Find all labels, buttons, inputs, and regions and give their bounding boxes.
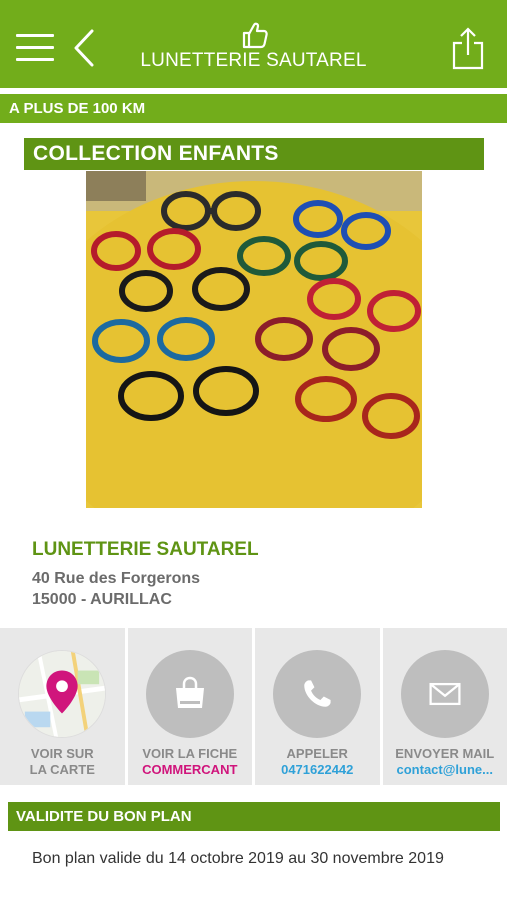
call-label: APPELER 0471622442 [255,746,380,778]
view-merchant-label: VOIR LA FICHE COMMERCANT [128,746,253,778]
product-photo [86,171,422,508]
top-bar: LUNETTERIE SAUTAREL [0,0,507,88]
call-button[interactable]: APPELER 0471622442 [255,628,380,785]
section-title: COLLECTION ENFANTS [24,138,484,170]
view-merchant-line2: COMMERCANT [142,762,238,777]
action-bar: VOIR SUR LA CARTE VOIR LA FICHE COMMERCA… [0,628,507,785]
hamburger-menu-icon[interactable] [16,34,54,64]
send-mail-label: ENVOYER MAIL contact@lune... [383,746,507,778]
view-merchant-button[interactable]: VOIR LA FICHE COMMERCANT [127,628,253,785]
shop-name: LUNETTERIE SAUTAREL [32,539,259,560]
call-line1: APPELER [286,746,348,761]
app-title: LUNETTERIE SAUTAREL [140,50,367,71]
validity-text: Bon plan valide du 14 octobre 2019 au 30… [32,850,444,867]
view-map-line2: LA CARTE [29,762,95,777]
mail-circle [400,650,489,738]
call-circle [273,650,362,738]
map-thumbnail [18,650,107,738]
send-mail-button[interactable]: ENVOYER MAIL contact@lune... [382,628,507,785]
share-icon[interactable] [451,26,485,70]
shop-address: 40 Rue des Forgerons 15000 - AURILLAC [32,568,200,610]
distance-banner: A PLUS DE 100 KM [0,94,507,123]
shop-city: 15000 - AURILLAC [32,591,172,608]
chevron-left-icon[interactable] [70,28,100,68]
mail-icon [429,682,461,706]
merchant-circle [145,650,234,738]
map-pin-icon [19,651,106,737]
view-map-button[interactable]: VOIR SUR LA CARTE [0,628,125,785]
send-mail-line1: ENVOYER MAIL [395,746,495,761]
phone-icon [304,680,331,707]
shop-street: 40 Rue des Forgerons [32,570,201,587]
validity-header: VALIDITE DU BON PLAN [8,802,500,831]
view-map-line1: VOIR SUR [30,746,94,761]
view-map-label: VOIR SUR LA CARTE [0,746,125,778]
view-merchant-line1: VOIR LA FICHE [142,746,238,761]
phone-number: 0471622442 [281,762,354,777]
thumbs-up-icon [242,22,268,49]
shopping-bag-icon [175,676,204,708]
email-address: contact@lune... [396,762,493,777]
